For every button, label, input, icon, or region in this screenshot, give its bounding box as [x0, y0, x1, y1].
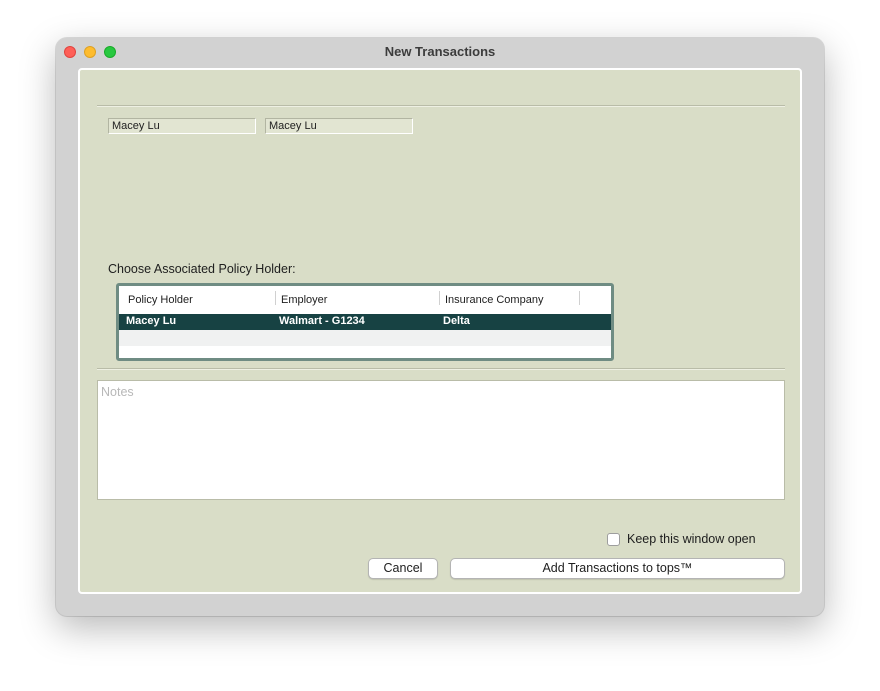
cell-policy-holder: Macey Lu [126, 315, 177, 327]
keep-window-open-option[interactable]: Keep this window open [607, 532, 756, 546]
middle-divider [97, 368, 785, 370]
name-field-1[interactable]: Macey Lu [108, 118, 256, 134]
keep-window-open-label[interactable]: Keep this window open [627, 532, 756, 546]
table-header: Policy Holder Employer Insurance Company [119, 286, 611, 312]
policy-holder-table[interactable]: Policy Holder Employer Insurance Company… [116, 283, 614, 361]
new-transactions-window: New Transactions Macey Lu Macey Lu Choos… [56, 38, 824, 616]
name-field-2[interactable]: Macey Lu [265, 118, 413, 134]
content-panel: Macey Lu Macey Lu Choose Associated Poli… [78, 68, 802, 594]
add-transactions-button[interactable]: Add Transactions to tops™ [450, 558, 785, 579]
cell-insurance-company: Delta [443, 315, 470, 327]
top-divider [97, 105, 785, 107]
column-divider [579, 291, 580, 305]
column-divider [439, 291, 440, 305]
cancel-button[interactable]: Cancel [368, 558, 438, 579]
choose-policy-holder-label: Choose Associated Policy Holder: [108, 262, 296, 276]
title-bar[interactable]: New Transactions [56, 38, 824, 66]
keep-window-open-checkbox[interactable] [607, 532, 620, 546]
notes-textarea[interactable] [97, 380, 785, 500]
column-divider [275, 291, 276, 305]
cell-employer: Walmart - G1234 [279, 315, 365, 327]
column-header-policy-holder[interactable]: Policy Holder [128, 294, 193, 306]
table-row[interactable]: Macey Lu Walmart - G1234 Delta [119, 314, 611, 330]
table-row-empty[interactable] [119, 330, 611, 346]
column-header-employer[interactable]: Employer [281, 294, 327, 306]
column-header-insurance-company[interactable]: Insurance Company [445, 294, 543, 306]
window-title: New Transactions [384, 44, 496, 59]
